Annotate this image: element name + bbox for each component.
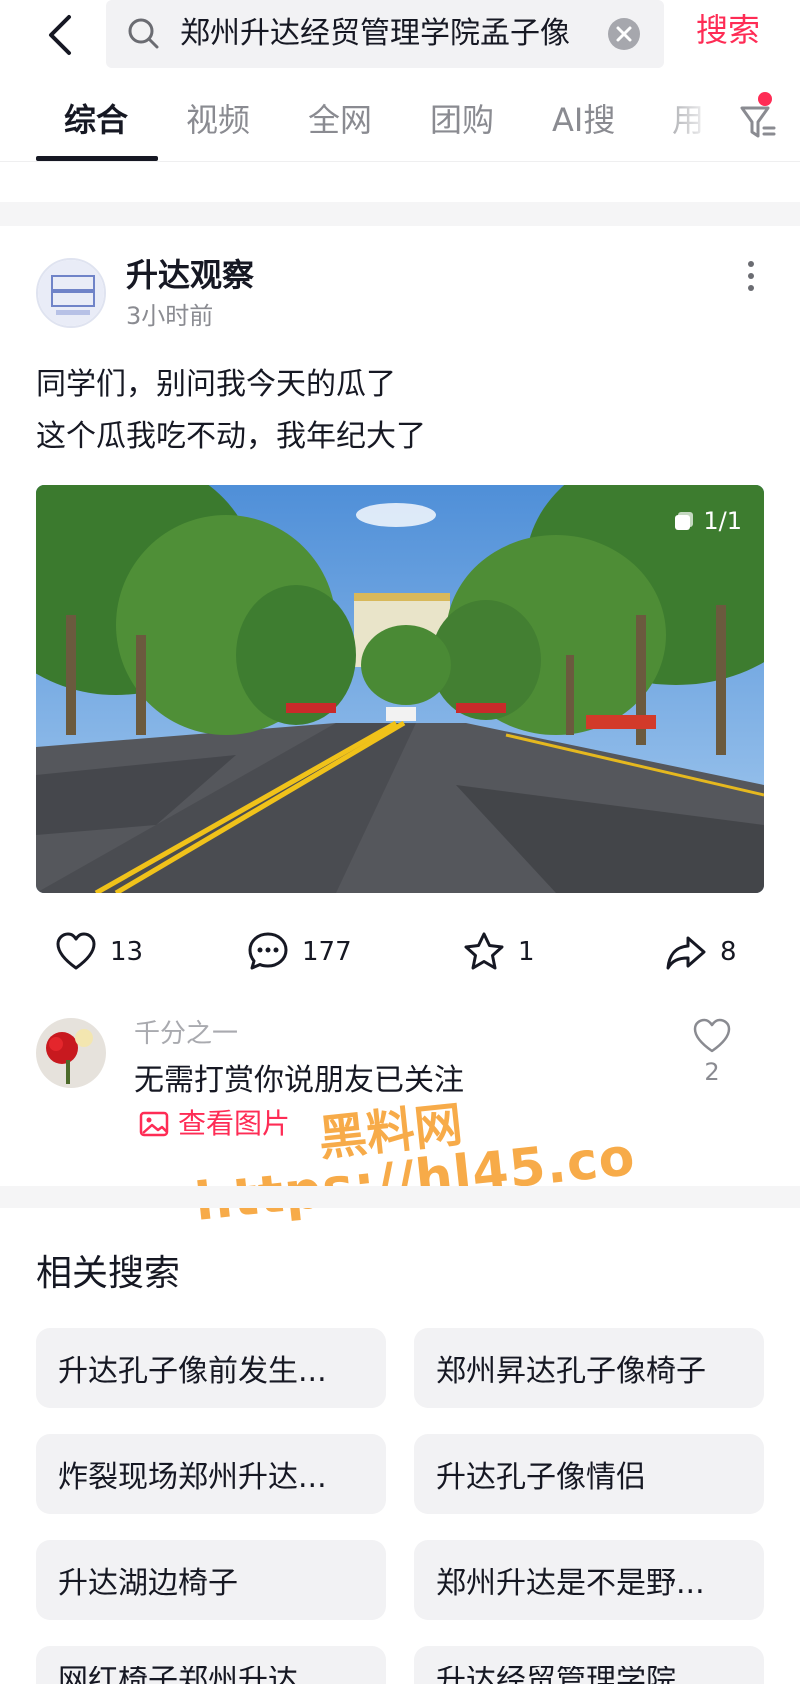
more-icon[interactable] [736, 256, 766, 296]
like-button[interactable]: 13 [54, 928, 143, 976]
author-avatar-image [38, 260, 104, 326]
related-search-chip[interactable]: 网红椅子郑州升达 [36, 1646, 386, 1684]
search-button[interactable]: 搜索 [696, 8, 760, 52]
image-icon [139, 1111, 169, 1137]
author-avatar[interactable] [36, 258, 106, 328]
related-searches-title: 相关搜索 [36, 1253, 181, 1294]
comment-button[interactable]: 177 [246, 928, 352, 976]
related-search-chip[interactable]: 升达孔子像前发生... [36, 1328, 386, 1408]
image-counter-text: 1/1 [703, 507, 742, 535]
commenter-avatar[interactable] [36, 1018, 106, 1088]
view-pictures-label: 查看图片 [178, 1107, 291, 1140]
post-text-line: 这个瓜我吃不动，我年纪大了 [36, 419, 426, 454]
related-search-chip[interactable]: 升达湖边椅子 [36, 1540, 386, 1620]
comment-count: 177 [302, 937, 352, 967]
comment-heart-icon[interactable] [692, 1016, 732, 1056]
related-search-label: 升达经贸管理学院 [436, 1666, 676, 1684]
favorite-button[interactable]: 1 [462, 928, 535, 976]
commenter-avatar-image [36, 1018, 106, 1088]
tab-fade [650, 80, 740, 160]
related-search-chip[interactable]: 郑州升达是不是野... [414, 1540, 764, 1620]
tab-web[interactable]: 全网 [308, 98, 372, 142]
related-search-chip[interactable]: 升达孔子像情侣 [414, 1434, 764, 1514]
related-search-label: 升达孔子像情侣 [436, 1460, 646, 1495]
related-search-label: 升达孔子像前发生... [58, 1354, 327, 1389]
post-time: 3小时前 [126, 302, 214, 330]
notification-dot [758, 92, 772, 106]
tab-active-indicator [36, 156, 158, 161]
filter-icon[interactable] [736, 100, 780, 144]
favorite-count: 1 [518, 937, 535, 967]
heart-icon [56, 932, 96, 970]
related-search-chip[interactable]: 炸裂现场郑州升达... [36, 1434, 386, 1514]
search-query-text: 郑州升达经贸管理学院孟子像 [180, 16, 570, 51]
image-counter: 1/1 [673, 507, 742, 535]
chevron-left-icon [49, 15, 71, 55]
search-input[interactable]: 郑州升达经贸管理学院孟子像 [106, 0, 664, 68]
related-search-label: 网红椅子郑州升达 [58, 1666, 298, 1684]
share-button[interactable]: 8 [664, 928, 737, 976]
like-count: 13 [110, 937, 144, 967]
related-search-label: 郑州昇达孔子像椅子 [436, 1354, 706, 1389]
star-icon [464, 932, 504, 970]
related-search-label: 升达湖边椅子 [58, 1566, 238, 1601]
gallery-icon [675, 512, 694, 530]
share-count: 8 [720, 937, 737, 967]
tab-video[interactable]: 视频 [186, 98, 250, 142]
author-name[interactable]: 升达观察 [126, 254, 254, 296]
back-button[interactable] [40, 10, 80, 60]
section-divider [0, 1186, 800, 1208]
related-search-chip[interactable]: 郑州昇达孔子像椅子 [414, 1328, 764, 1408]
comment-icon [248, 932, 288, 970]
view-pictures-link[interactable]: 查看图片 [138, 1104, 290, 1144]
commenter-name[interactable]: 千分之一 [134, 1016, 238, 1052]
search-header: 郑州升达经贸管理学院孟子像 搜索 [0, 0, 800, 80]
tab-group-buy[interactable]: 团购 [430, 98, 494, 142]
related-search-chip[interactable]: 升达经贸管理学院 [414, 1646, 764, 1684]
related-search-label: 郑州升达是不是野... [436, 1566, 705, 1601]
related-search-label: 炸裂现场郑州升达... [58, 1460, 327, 1495]
search-icon [128, 18, 159, 49]
search-tabs: 综合 视频 全网 团购 AI搜 用 [0, 80, 800, 162]
tab-general[interactable]: 综合 [64, 98, 128, 142]
share-icon [666, 936, 706, 970]
clear-icon[interactable] [604, 14, 644, 54]
post-image[interactable]: 1/1 [36, 485, 764, 893]
comment-like-count: 2 [704, 1058, 720, 1086]
section-divider [0, 202, 800, 226]
road-scene-image [36, 485, 764, 893]
post-text-line: 同学们，别问我今天的瓜了 [36, 367, 396, 402]
tab-ai-search[interactable]: AI搜 [552, 98, 615, 142]
